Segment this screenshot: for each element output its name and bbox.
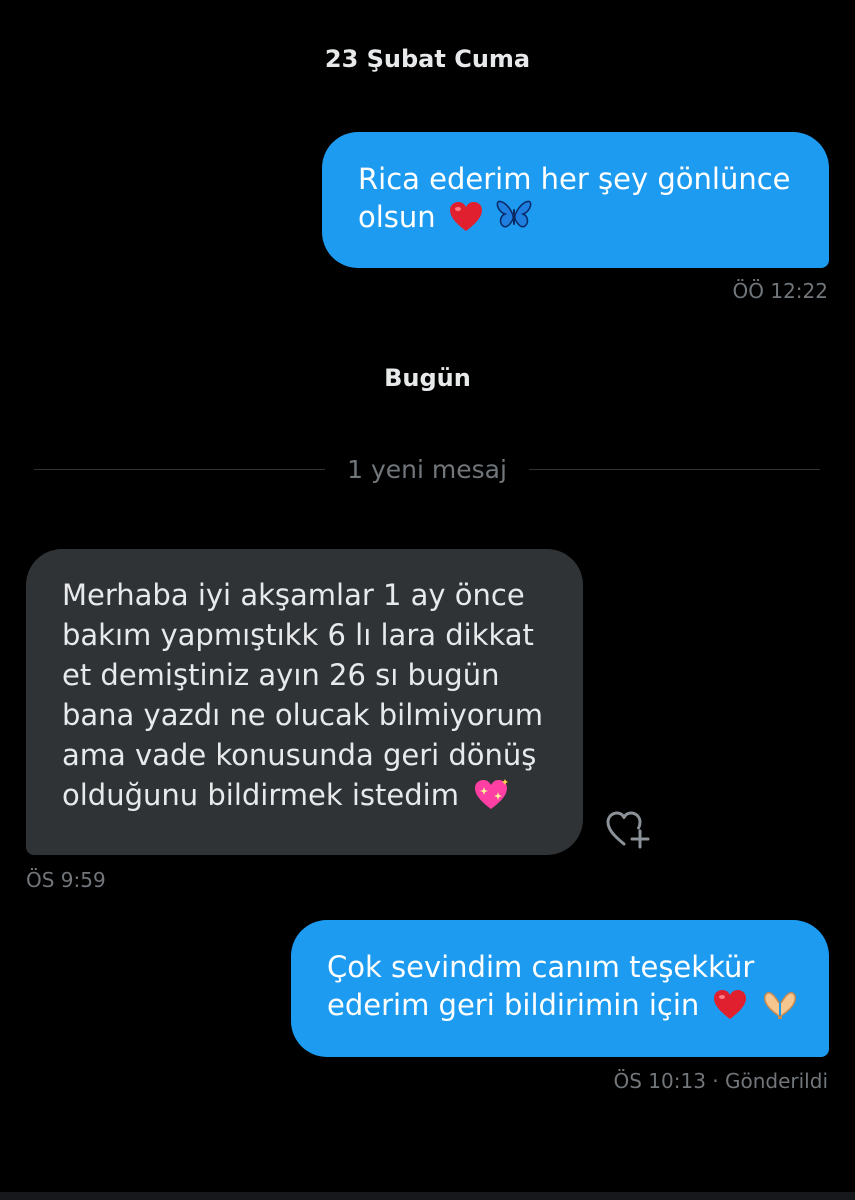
new-messages-label: 1 yeni mesaj bbox=[347, 454, 507, 484]
add-reaction-button[interactable] bbox=[604, 808, 652, 852]
divider-line bbox=[528, 468, 821, 470]
message-text-line: Rica ederim her şey gönlünce bbox=[358, 162, 791, 196]
message-text: olduğunu bildirmek istedim bbox=[62, 778, 459, 812]
message-bubble-outgoing[interactable]: Rica ederim her şey gönlünce olsun bbox=[322, 132, 829, 268]
message-text-line: bakım yapmıştıkk 6 lı lara dikkat bbox=[62, 618, 534, 652]
message-text-line: Merhaba iyi akşamlar 1 ay önce bbox=[62, 578, 525, 612]
message-text: olsun bbox=[358, 200, 436, 234]
message-timestamp: ÖS 9:59 bbox=[26, 868, 106, 892]
date-separator: 23 Şubat Cuma bbox=[324, 45, 531, 73]
blue-butterfly-icon bbox=[496, 200, 532, 228]
message-text-line: ama vade konusunda geri dönüş bbox=[62, 738, 537, 772]
message-text-line: bana yazdı ne olucak bilmiyorum bbox=[62, 698, 544, 732]
composer-edge bbox=[0, 1192, 855, 1200]
message-bubble-incoming[interactable]: Merhaba iyi akşamlar 1 ay önce bakım yap… bbox=[26, 549, 583, 855]
message-text-line: et demiştiniz ayın 26 sı bugün bbox=[62, 658, 500, 692]
message-status-row: ÖS 10:13 · Gönderildi bbox=[613, 1069, 828, 1093]
date-separator: Bugün bbox=[384, 364, 471, 392]
message-sent-status: · Gönderildi bbox=[712, 1069, 828, 1093]
message-text: ederim geri bildirimin için bbox=[327, 988, 700, 1022]
red-heart-icon bbox=[449, 202, 482, 231]
message-text-line-with-emoji: olduğunu bildirmek istedim bbox=[62, 775, 547, 815]
sparkling-heart-icon bbox=[475, 779, 509, 809]
heart-plus-icon bbox=[606, 811, 650, 849]
red-heart-icon bbox=[713, 990, 746, 1019]
heart-hands-icon bbox=[763, 992, 796, 1019]
message-timestamp: ÖS 10:13 bbox=[613, 1069, 706, 1093]
message-timestamp: ÖÖ 12:22 bbox=[732, 279, 828, 303]
message-text-line-with-emoji: olsun bbox=[358, 198, 793, 236]
message-bubble-outgoing[interactable]: Çok sevindim canım teşekkür ederim geri … bbox=[291, 920, 829, 1057]
divider-line bbox=[34, 468, 326, 470]
message-text-line-with-emoji: ederim geri bildirimin için bbox=[327, 986, 796, 1024]
new-messages-divider: 1 yeni mesaj bbox=[34, 452, 821, 486]
message-text-line: Çok sevindim canım teşekkür bbox=[327, 950, 755, 984]
